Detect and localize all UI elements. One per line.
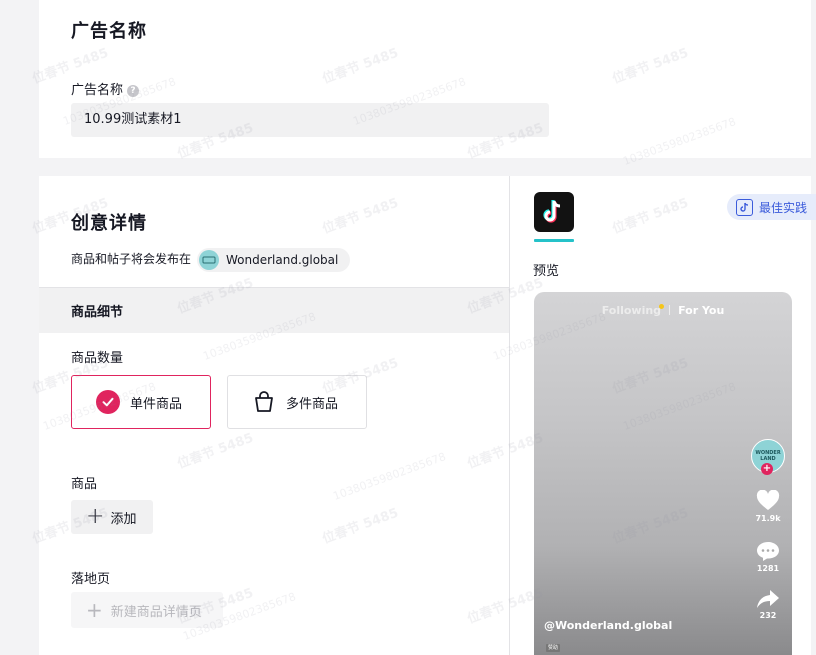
tiktok-tab-underline xyxy=(534,239,574,242)
creative-section-title: 创意详情 xyxy=(71,213,147,234)
check-icon xyxy=(96,390,120,414)
account-name: Wonderland.global xyxy=(226,253,339,267)
landing-page-label: 落地页 xyxy=(71,572,111,587)
plus-icon: + xyxy=(86,598,103,622)
product-details-header: 商品细节 xyxy=(39,287,509,333)
ad-name-input[interactable]: 10.99测试素材1 xyxy=(71,103,549,137)
shopping-bag-icon xyxy=(252,390,276,414)
tiktok-small-icon xyxy=(736,198,753,216)
single-product-label: 单件商品 xyxy=(130,396,183,412)
tab-separator xyxy=(669,305,671,315)
best-practice-label: 最佳实践 xyxy=(759,200,808,215)
creator-handle: @Wonderland.global xyxy=(544,619,673,632)
comment-icon xyxy=(757,542,779,561)
product-details-title: 商品细节 xyxy=(71,305,124,320)
share-icon xyxy=(757,590,779,608)
like-action: 71.9k xyxy=(753,489,783,523)
phone-preview: Following For You WONDER LAND + 71.9k 128… xyxy=(534,292,792,655)
plus-icon: + xyxy=(86,504,105,529)
single-product-option[interactable]: 单件商品 xyxy=(71,375,211,429)
tab-following: Following xyxy=(601,304,662,317)
product-quantity-label: 商品数量 xyxy=(71,351,124,366)
multi-product-option[interactable]: 多件商品 xyxy=(227,375,367,429)
ad-name-section-title: 广告名称 xyxy=(71,21,147,42)
creative-details-card: 创意详情 商品和帖子将会发布在 Wonderland.global 商品细节 商… xyxy=(39,176,816,655)
tab-for-you: For You xyxy=(678,304,725,317)
account-pill[interactable]: Wonderland.global xyxy=(197,248,351,272)
add-product-label: 添加 xyxy=(110,511,137,527)
help-icon[interactable]: ? xyxy=(127,85,140,97)
follow-plus-icon: + xyxy=(761,463,773,475)
avatar-text: WONDER LAND xyxy=(755,450,781,462)
tiktok-logo-icon[interactable] xyxy=(534,192,574,232)
account-avatar xyxy=(199,250,219,270)
new-detail-page-button[interactable]: + 新建商品详情页 xyxy=(71,592,223,628)
comment-count: 1281 xyxy=(756,564,780,573)
best-practice-button[interactable]: 最佳实践 xyxy=(727,194,816,220)
share-action: 232 xyxy=(753,589,783,620)
new-detail-page-label: 新建商品详情页 xyxy=(110,604,202,620)
panel-divider xyxy=(509,176,510,655)
publish-text: 商品和帖子将会发布在 xyxy=(71,252,192,266)
ad-name-card: 广告名称 广告名称? 10.99测试素材1 xyxy=(39,0,811,158)
product-label: 商品 xyxy=(71,477,98,492)
sponsored-tag: 赞助 xyxy=(546,644,560,652)
account-logo-icon xyxy=(202,256,216,264)
multi-product-label: 多件商品 xyxy=(286,396,339,412)
like-count: 71.9k xyxy=(755,514,781,523)
live-dot xyxy=(659,304,664,309)
ad-name-label-text: 广告名称 xyxy=(71,83,124,98)
share-count: 232 xyxy=(759,611,777,620)
add-product-button[interactable]: + 添加 xyxy=(71,500,153,534)
comment-action: 1281 xyxy=(753,540,783,573)
ad-name-field-label: 广告名称? xyxy=(71,79,140,98)
heart-icon xyxy=(756,489,780,510)
preview-label: 预览 xyxy=(533,264,560,279)
